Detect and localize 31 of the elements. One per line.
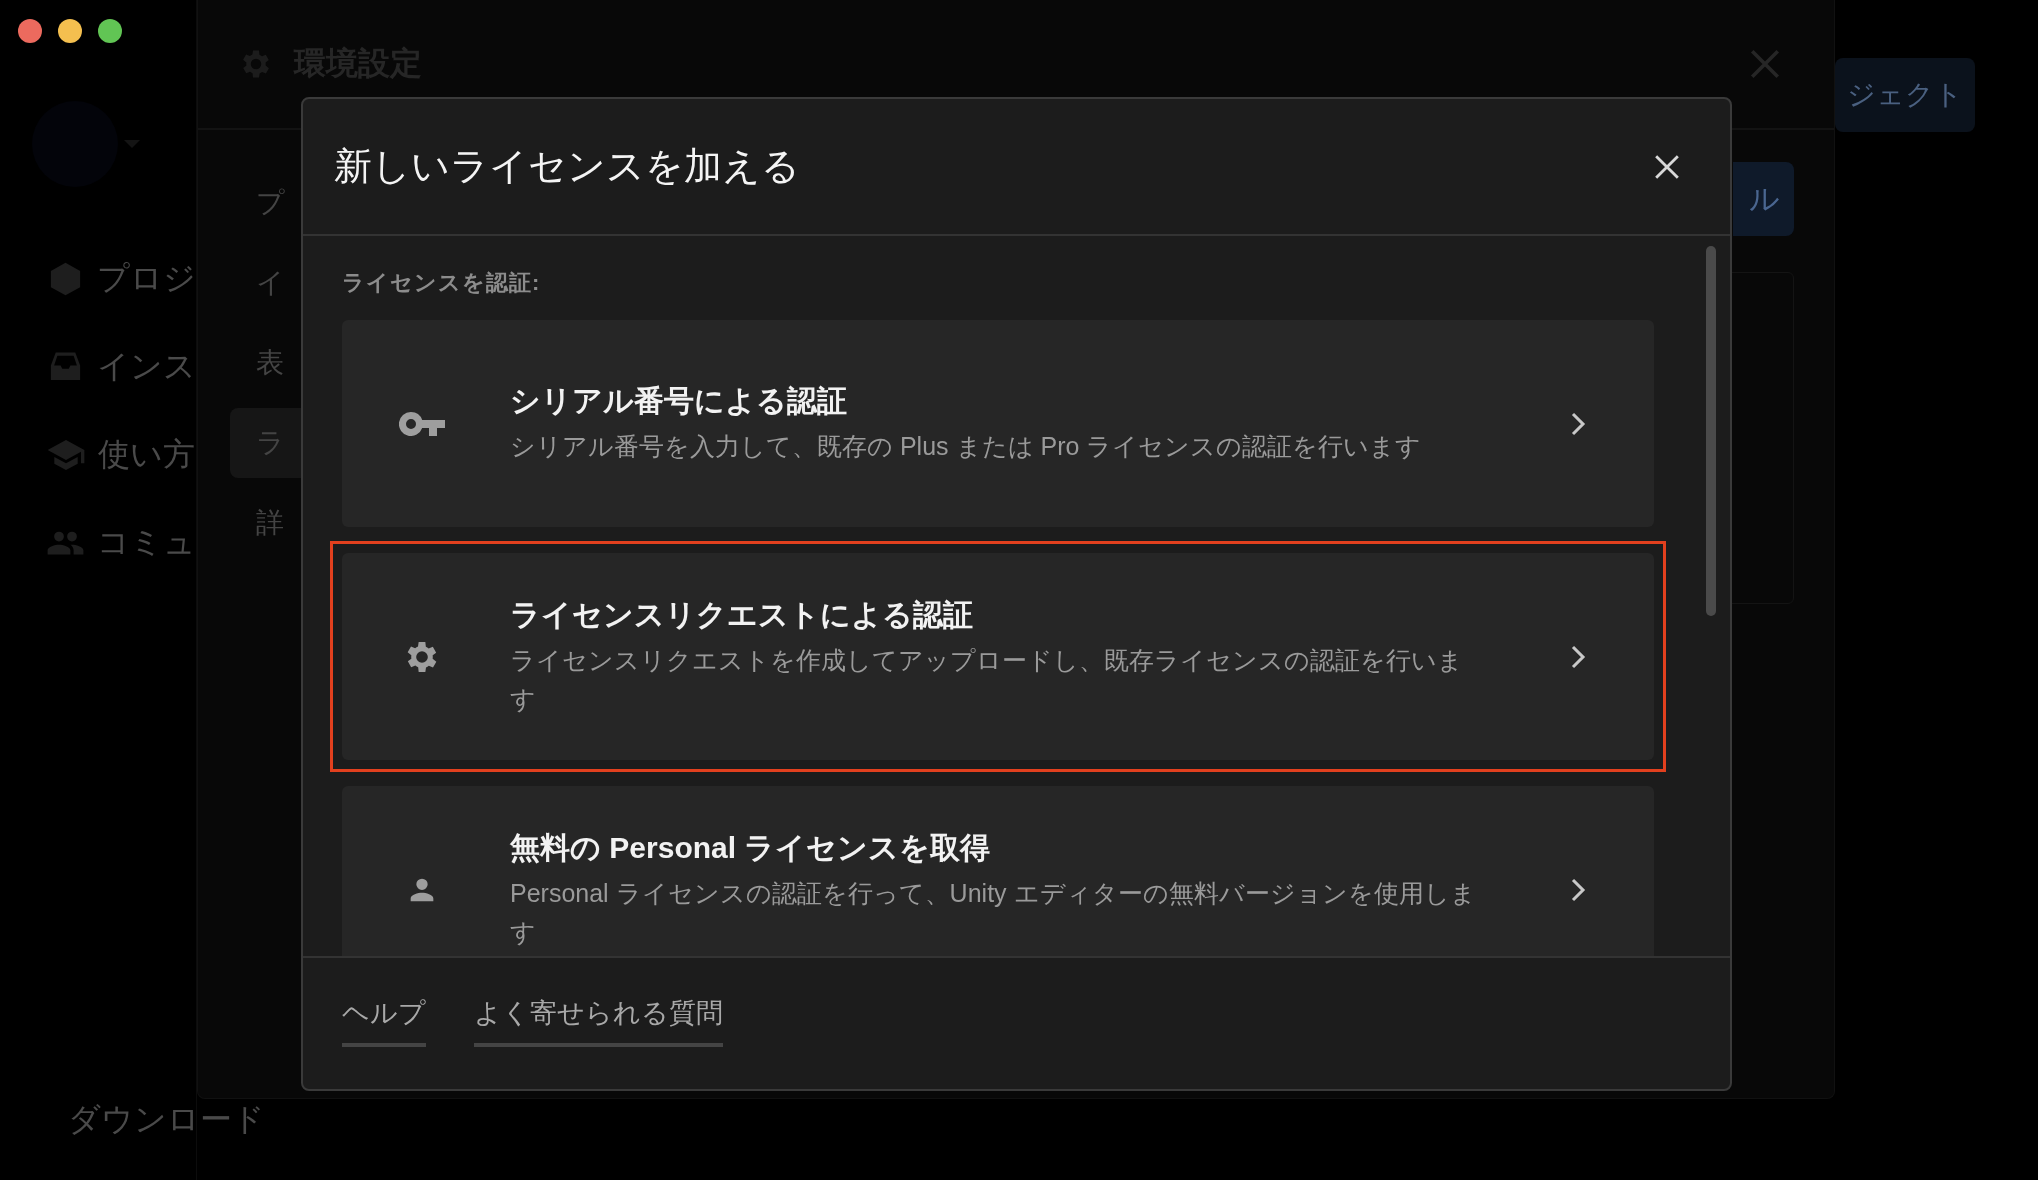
- option-description: ライセンスリクエストを作成してアップロードし、既存ライセンスの認証を行います: [510, 644, 1464, 715]
- nav-item[interactable]: 表: [230, 328, 302, 398]
- window-control-button[interactable]: [98, 19, 122, 43]
- dialog-title: 新しいライセンスを加える: [334, 144, 801, 189]
- sidebar-item[interactable]: コミュ: [97, 521, 196, 565]
- chevron-right-icon: [1570, 410, 1586, 437]
- header-button[interactable]: ジェクト: [1835, 58, 1975, 132]
- license-option[interactable]: ライセンスリクエストによる認証 ライセンスリクエストを作成してアップロードし、既存ライセンスの認証を行います: [330, 541, 1666, 772]
- option-description: Personal ライセンスの認証を行って、Unity エディターの無料バージョンを使用します: [510, 877, 1477, 948]
- option-description: シリアル番号を入力して、既存の Plus または Pro ライセンスの認証を行います: [510, 431, 1423, 462]
- footer-link[interactable]: ヘルプ: [342, 994, 426, 1047]
- chevron-right-icon: [1570, 876, 1586, 903]
- chevron-right-icon: [1570, 643, 1586, 670]
- nav-item[interactable]: 詳: [230, 488, 302, 558]
- window-control-button[interactable]: [18, 19, 42, 43]
- section-label: ライセンスを認証:: [342, 269, 542, 297]
- option-title: 無料の Personal ライセンスを取得: [510, 829, 992, 866]
- window-control-button[interactable]: [58, 19, 82, 43]
- scrollbar[interactable]: [1706, 246, 1716, 616]
- option-title: シリアル番号による認証: [510, 383, 848, 419]
- footer-link[interactable]: よく寄せられる質問: [474, 994, 723, 1047]
- nav-item[interactable]: プ: [230, 168, 302, 238]
- close-icon[interactable]: [1654, 153, 1680, 180]
- key-icon: [399, 411, 445, 436]
- sidebar-item[interactable]: ダウンロード: [68, 1098, 265, 1142]
- option-title: ライセンスリクエストによる認証: [510, 596, 974, 633]
- nav-item[interactable]: イ: [230, 248, 302, 318]
- sidebar-item[interactable]: インス: [97, 345, 196, 389]
- primary-button[interactable]: ル: [1733, 162, 1794, 236]
- sidebar-item[interactable]: 使い方: [98, 433, 195, 477]
- sidebar-item[interactable]: プロジ: [97, 257, 196, 301]
